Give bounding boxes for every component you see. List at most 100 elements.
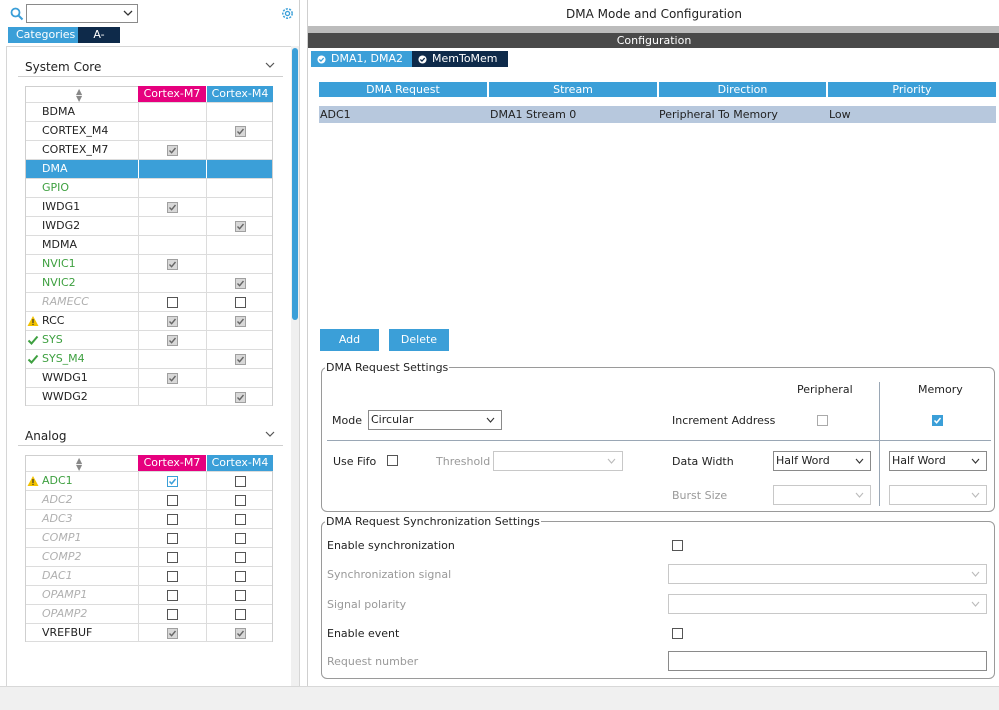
list-item-sys-m4[interactable]: SYS_M4 (26, 349, 272, 368)
core-checkbox[interactable] (167, 628, 178, 639)
signal-polarity-select[interactable] (668, 594, 987, 614)
enable-sync-checkbox[interactable] (672, 540, 683, 551)
core-checkbox[interactable] (167, 476, 178, 487)
core-checkbox[interactable] (167, 316, 178, 327)
list-item-opamp2[interactable]: OPAMP2 (26, 604, 272, 623)
left-scrollbar[interactable] (291, 46, 299, 686)
core-checkbox[interactable] (167, 335, 178, 346)
data-width-label: Data Width (672, 455, 734, 468)
scrollbar-thumb[interactable] (292, 48, 298, 320)
delete-button[interactable]: Delete (389, 329, 449, 351)
list-item-iwdg1[interactable]: IWDG1 (26, 197, 272, 216)
list-item-comp1[interactable]: COMP1 (26, 528, 272, 547)
chevron-down-icon[interactable] (122, 7, 134, 19)
list-item-rcc[interactable]: RCC (26, 311, 272, 330)
core-checkbox[interactable] (235, 590, 246, 601)
core-checkbox[interactable] (235, 476, 246, 487)
list-item-adc3[interactable]: ADC3 (26, 509, 272, 528)
core-checkbox[interactable] (235, 495, 246, 506)
column-priority[interactable]: Priority (828, 82, 996, 97)
use-fifo-checkbox[interactable] (387, 455, 398, 466)
list-item-nvic2[interactable]: NVIC2 (26, 273, 272, 292)
sort-toggle[interactable]: ▲ ▼ (26, 86, 138, 103)
cortex-m7-cell (138, 605, 206, 623)
core-checkbox[interactable] (235, 533, 246, 544)
search-icon[interactable] (10, 7, 24, 21)
sort-icon[interactable]: ▲ ▼ (76, 457, 82, 472)
core-checkbox[interactable] (235, 354, 246, 365)
section-analog[interactable]: Analog (18, 424, 283, 446)
core-checkbox[interactable] (167, 145, 178, 156)
core-checkbox[interactable] (167, 259, 178, 270)
tab-a-to-z[interactable]: A->Z (78, 27, 120, 57)
table-row[interactable]: ADC1 DMA1 Stream 0 Peripheral To Memory … (319, 106, 996, 123)
list-item-cortex-m7[interactable]: CORTEX_M7 (26, 140, 272, 159)
core-checkbox[interactable] (235, 126, 246, 137)
list-item-wwdg1[interactable]: WWDG1 (26, 368, 272, 387)
memory-increment-checkbox[interactable] (932, 415, 943, 426)
list-item-sys[interactable]: SYS (26, 330, 272, 349)
add-button[interactable]: Add (320, 329, 379, 351)
list-item-mdma[interactable]: MDMA (26, 235, 272, 254)
core-checkbox[interactable] (167, 297, 178, 308)
enable-event-checkbox[interactable] (672, 628, 683, 639)
core-checkbox[interactable] (167, 373, 178, 384)
search-input[interactable] (26, 4, 138, 23)
core-checkbox[interactable] (167, 533, 178, 544)
list-item-nvic1[interactable]: NVIC1 (26, 254, 272, 273)
section-system-core[interactable]: System Core (18, 55, 283, 77)
list-item-adc2[interactable]: ADC2 (26, 490, 272, 509)
mode-select[interactable]: Circular (368, 410, 502, 430)
list-item-gpio[interactable]: GPIO (26, 178, 272, 197)
peripheral-burst-select[interactable] (773, 485, 871, 505)
column-stream[interactable]: Stream (489, 82, 657, 97)
sort-toggle[interactable]: ▲ ▼ (26, 455, 138, 472)
core-checkbox[interactable] (235, 609, 246, 620)
core-checkbox[interactable] (235, 221, 246, 232)
peripheral-name: WWDG2 (42, 390, 88, 403)
core-checkbox[interactable] (235, 552, 246, 563)
list-item-opamp1[interactable]: OPAMP1 (26, 585, 272, 604)
list-item-iwdg2[interactable]: IWDG2 (26, 216, 272, 235)
core-checkbox[interactable] (235, 628, 246, 639)
core-checkbox[interactable] (167, 571, 178, 582)
core-checkbox[interactable] (235, 297, 246, 308)
list-item-ramecc[interactable]: RAMECC (26, 292, 272, 311)
list-item-cortex-m4[interactable]: CORTEX_M4 (26, 121, 272, 140)
list-item-bdma[interactable]: BDMA (26, 102, 272, 121)
tab-dma1-dma2[interactable]: DMA1, DMA2 (311, 51, 412, 67)
column-dma-request[interactable]: DMA Request (319, 82, 487, 97)
list-item-dac1[interactable]: DAC1 (26, 566, 272, 585)
core-checkbox[interactable] (167, 609, 178, 620)
core-checkbox[interactable] (167, 514, 178, 525)
core-checkbox[interactable] (235, 278, 246, 289)
core-checkbox[interactable] (235, 392, 246, 403)
list-item-vrefbuf[interactable]: VREFBUF (26, 623, 272, 642)
request-number-input[interactable] (668, 651, 987, 671)
gear-icon[interactable] (280, 6, 295, 21)
core-checkbox[interactable] (167, 552, 178, 563)
list-item-comp2[interactable]: COMP2 (26, 547, 272, 566)
core-checkbox[interactable] (235, 316, 246, 327)
sync-signal-select[interactable] (668, 564, 987, 584)
tab-memtomem[interactable]: MemToMem (412, 51, 508, 67)
core-checkbox[interactable] (167, 495, 178, 506)
chevron-down-icon[interactable] (265, 430, 275, 438)
core-checkbox[interactable] (167, 202, 178, 213)
list-item-dma[interactable]: DMA (26, 159, 272, 178)
peripheral-data-width-select[interactable]: Half Word (773, 451, 871, 471)
memory-data-width-select[interactable]: Half Word (889, 451, 987, 471)
tab-categories[interactable]: Categories (8, 27, 78, 43)
sort-icon[interactable]: ▲ ▼ (76, 88, 82, 103)
core-checkbox[interactable] (167, 590, 178, 601)
list-item-wwdg2[interactable]: WWDG2 (26, 387, 272, 406)
list-item-adc1[interactable]: ADC1 (26, 471, 272, 490)
core-checkbox[interactable] (235, 514, 246, 525)
peripheral-increment-checkbox[interactable] (817, 415, 828, 426)
core-checkbox[interactable] (235, 571, 246, 582)
chevron-down-icon[interactable] (265, 61, 275, 69)
threshold-select[interactable] (493, 451, 623, 471)
column-direction[interactable]: Direction (659, 82, 826, 97)
peripheral-name: MDMA (42, 238, 77, 251)
memory-burst-select[interactable] (889, 485, 987, 505)
